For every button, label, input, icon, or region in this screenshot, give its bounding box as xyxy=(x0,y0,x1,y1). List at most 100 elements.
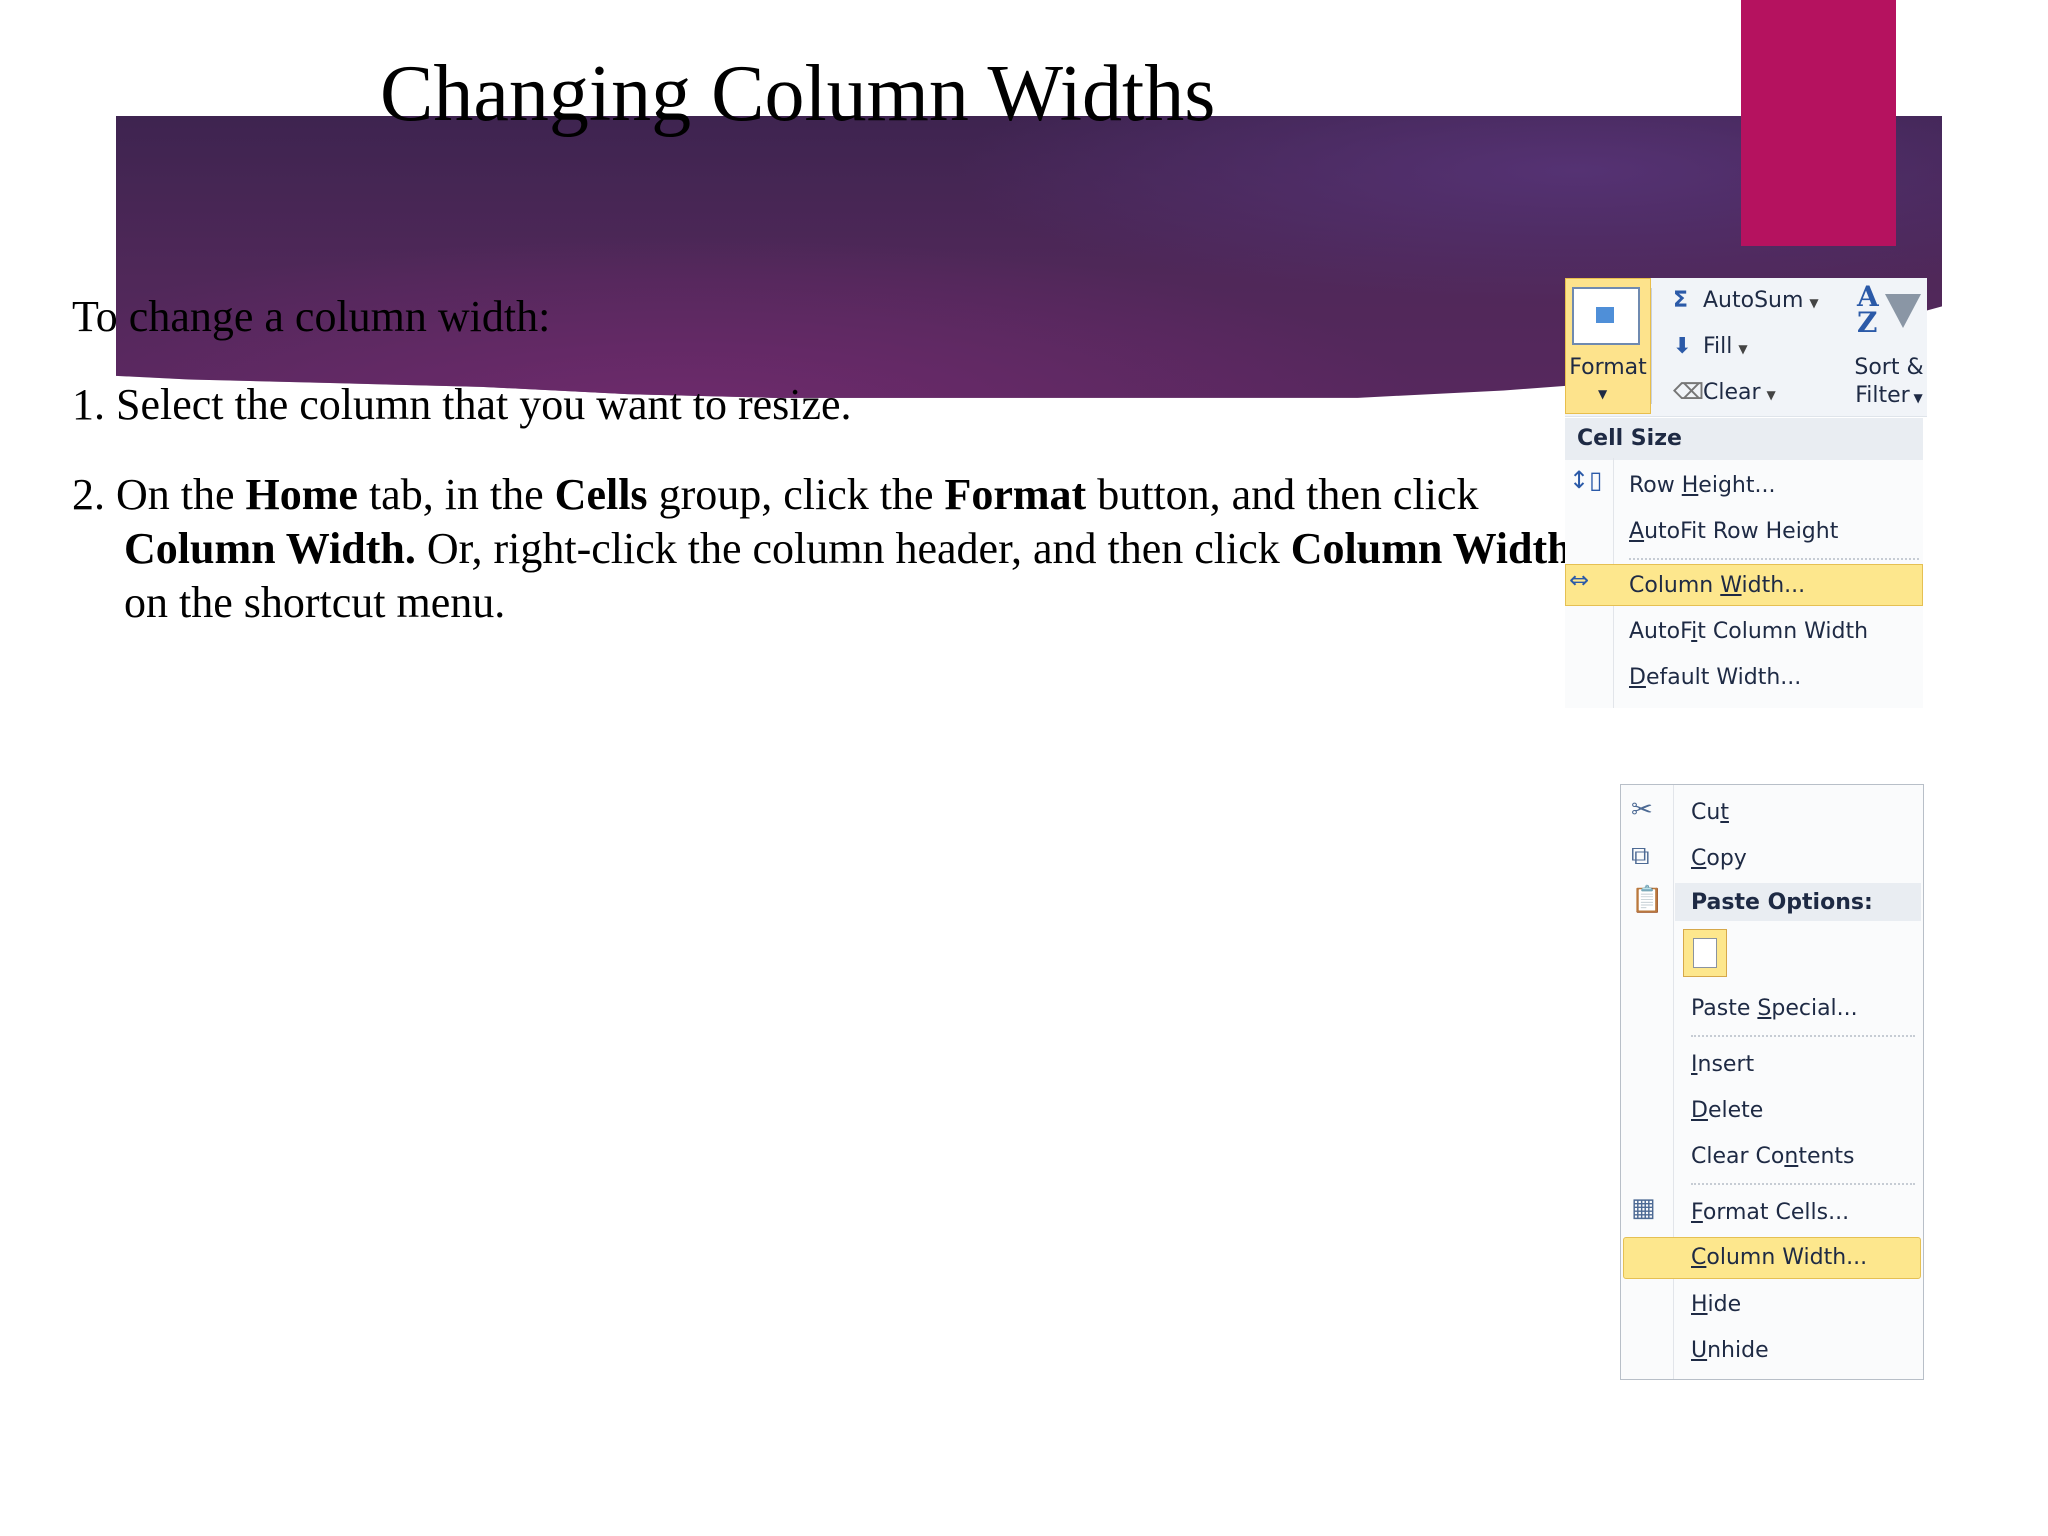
access-key: F xyxy=(1691,1200,1703,1225)
label-part: Cu xyxy=(1691,800,1721,825)
chevron-down-icon: ▼ xyxy=(1766,388,1776,402)
step2-format: Format xyxy=(944,470,1087,519)
funnel-icon xyxy=(1885,294,1921,328)
chevron-down-icon: ▼ xyxy=(1909,391,1923,405)
menu-item-paste-special[interactable]: Paste Special... xyxy=(1691,989,1858,1029)
sort-filter-button[interactable]: AZ xyxy=(1857,280,1921,344)
label-part: idth... xyxy=(1741,573,1806,598)
menu-item-copy[interactable]: Copy xyxy=(1691,839,1747,879)
format-icon xyxy=(1572,287,1640,345)
access-key: H xyxy=(1691,1292,1708,1317)
access-key: A xyxy=(1629,519,1645,544)
access-key: S xyxy=(1757,996,1772,1021)
menu-divider xyxy=(1691,1035,1915,1037)
access-key: D xyxy=(1691,1098,1708,1123)
format-dropdown-menu: Cell Size ↕▯ Row Height... AutoFit Row H… xyxy=(1565,418,1923,708)
menu-item-column-width[interactable]: Column Width... xyxy=(1629,566,1805,606)
fill-down-icon: ⬇ xyxy=(1673,334,1692,359)
row-height-icon: ↕▯ xyxy=(1569,466,1603,494)
label-part: Column xyxy=(1629,573,1721,598)
menu-item-cut[interactable]: Cut xyxy=(1691,793,1729,833)
scissors-icon: ✂ xyxy=(1631,795,1653,825)
cell-size-header: Cell Size xyxy=(1565,418,1923,460)
step2-text: Or, right-click the column header, and t… xyxy=(415,524,1291,573)
label-part: efault Width... xyxy=(1645,665,1802,690)
label-part: utoFit Row Height xyxy=(1644,519,1839,544)
label-part: elete xyxy=(1707,1098,1764,1123)
menu-item-hide[interactable]: Hide xyxy=(1691,1285,1741,1325)
label-part: Row xyxy=(1629,473,1682,498)
menu-item-column-width[interactable]: Column Width... xyxy=(1691,1238,1867,1278)
label-part: Paste xyxy=(1691,996,1758,1021)
chevron-down-icon: ▼ xyxy=(1598,387,1608,401)
format-label: Format xyxy=(1569,355,1647,380)
sigma-icon: Σ xyxy=(1673,288,1689,313)
access-key: t xyxy=(1720,800,1729,825)
access-key: H xyxy=(1681,473,1699,498)
autosum-label: AutoSum xyxy=(1703,288,1804,313)
chevron-down-icon: ▼ xyxy=(1738,342,1748,356)
sort-label-line2: Filter xyxy=(1855,383,1910,408)
step2-text: button, and then click xyxy=(1086,470,1479,519)
step2-column-width: Column Width. xyxy=(124,524,416,573)
step2-text: tab, in the xyxy=(357,470,555,519)
label-part: AutoF xyxy=(1629,619,1692,644)
format-button[interactable]: Format ▼ xyxy=(1565,278,1651,414)
label-part: olumn Width... xyxy=(1706,1245,1868,1270)
menu-divider xyxy=(1691,1183,1915,1185)
step2-cells: Cells xyxy=(554,470,648,519)
access-key: C xyxy=(1691,846,1707,871)
menu-item-row-height[interactable]: Row Height... xyxy=(1629,466,1775,506)
access-key: n xyxy=(1784,1144,1799,1169)
menu-item-unhide[interactable]: Unhide xyxy=(1691,1331,1769,1371)
menu-item-clear-contents[interactable]: Clear Contents xyxy=(1691,1137,1855,1177)
context-menu: ✂ Cut ⧉ Copy 📋 Paste Options: Paste Spec… xyxy=(1620,784,1924,1380)
step2-text: 2. On the xyxy=(72,470,246,519)
chevron-down-icon: ▼ xyxy=(1809,296,1819,310)
menu-gutter xyxy=(1673,785,1674,1379)
access-key: D xyxy=(1629,665,1646,690)
label-part: opy xyxy=(1706,846,1747,871)
fill-label: Fill xyxy=(1703,334,1733,359)
accent-bar xyxy=(1741,0,1896,246)
ribbon-cells-editing: Format ▼ Σ AutoSum ▼ ⬇ Fill ▼ ⌫Clear ▼ AZ Sor… xyxy=(1565,278,1927,417)
menu-item-format-cells[interactable]: Format Cells... xyxy=(1691,1193,1849,1233)
label-part: ormat Cells... xyxy=(1702,1200,1850,1225)
menu-item-autofit-column-width[interactable]: AutoFit Column Width xyxy=(1629,612,1868,652)
access-key: U xyxy=(1691,1338,1708,1363)
label-part: eight... xyxy=(1698,473,1776,498)
menu-item-delete[interactable]: Delete xyxy=(1691,1091,1763,1131)
menu-item-insert[interactable]: Insert xyxy=(1691,1045,1754,1085)
step-2: 2. On the Home tab, in the Cells group, … xyxy=(72,468,1604,630)
autosum-button[interactable]: Σ AutoSum ▼ xyxy=(1673,284,1819,318)
slide-title: Changing Column Widths xyxy=(380,50,1216,138)
label-part: t Column Width xyxy=(1697,619,1869,644)
label-part: nsert xyxy=(1697,1052,1755,1077)
label-part: Clear Co xyxy=(1691,1144,1785,1169)
step2-column-width-2: Column Width xyxy=(1290,524,1572,573)
sort-filter-label: Sort & Filter ▼ xyxy=(1849,354,1929,412)
menu-divider xyxy=(1629,558,1919,560)
paste-options-header: Paste Options: xyxy=(1691,890,1873,915)
column-width-icon: ⇔ xyxy=(1569,566,1590,594)
fill-button[interactable]: ⬇ Fill ▼ xyxy=(1673,330,1748,364)
copy-icon: ⧉ xyxy=(1631,841,1650,871)
intro-text: To change a column width: xyxy=(72,292,551,341)
menu-item-default-width[interactable]: Default Width... xyxy=(1629,658,1801,698)
label-part: pecial... xyxy=(1771,996,1858,1021)
paste-keep-format-button[interactable] xyxy=(1683,929,1727,977)
step2-text: group, click the xyxy=(647,470,945,519)
step2-text: on the shortcut menu. xyxy=(124,578,506,627)
sort-label-line1: Sort & xyxy=(1854,355,1924,380)
label-part: ide xyxy=(1707,1292,1742,1317)
label-part: nhide xyxy=(1707,1338,1769,1363)
label-part: tents xyxy=(1798,1144,1855,1169)
eraser-icon: ⌫ xyxy=(1673,380,1705,405)
access-key: W xyxy=(1720,573,1742,598)
menu-item-autofit-row-height[interactable]: AutoFit Row Height xyxy=(1629,512,1838,552)
sort-az-icon: AZ xyxy=(1857,280,1879,339)
access-key: C xyxy=(1691,1245,1707,1270)
clear-button[interactable]: ⌫Clear ▼ xyxy=(1673,376,1776,410)
step-1: 1. Select the column that you want to re… xyxy=(72,380,852,429)
paste-icon: 📋 xyxy=(1631,885,1664,915)
